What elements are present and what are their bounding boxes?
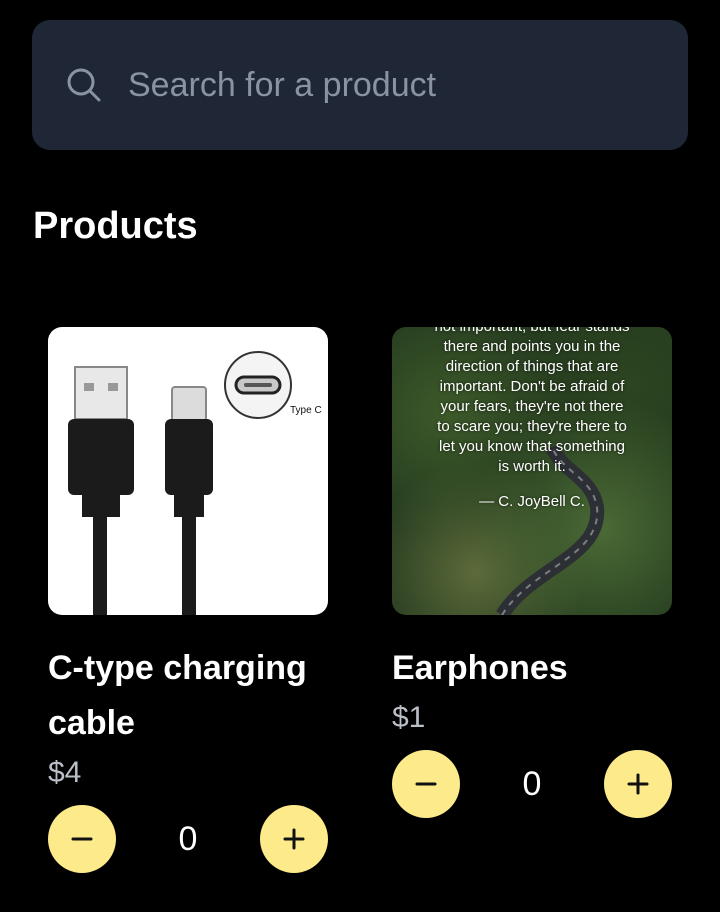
increment-button[interactable] xyxy=(260,805,328,873)
quantity-stepper: 0 xyxy=(48,805,328,873)
type-c-label: Type C xyxy=(290,405,322,416)
product-image-cable[interactable]: Type C xyxy=(48,327,328,615)
product-price: $4 xyxy=(48,756,82,789)
product-name: Earphones xyxy=(392,649,568,687)
product-image-earphones[interactable]: not important, but fear stands there and… xyxy=(392,327,672,615)
decrement-button[interactable] xyxy=(392,750,460,818)
minus-icon xyxy=(71,837,93,841)
product-card-earphones[interactable]: not important, but fear stands there and… xyxy=(392,327,672,818)
quantity-value: 0 xyxy=(178,819,198,858)
product-price: $1 xyxy=(392,701,426,734)
quantity-value: 0 xyxy=(522,764,542,803)
plus-icon xyxy=(283,828,305,850)
product-name: C-type charging cable xyxy=(48,649,307,742)
quantity-stepper: 0 xyxy=(392,750,672,818)
search-icon xyxy=(66,67,102,103)
search-bar[interactable] xyxy=(32,20,688,150)
product-card-cable[interactable]: Type C C-type charging cable $4 0 xyxy=(48,327,328,873)
type-c-closeup-badge xyxy=(224,351,292,419)
minus-icon xyxy=(415,782,437,786)
plus-icon xyxy=(627,773,649,795)
section-title: Products xyxy=(33,205,198,247)
search-input[interactable] xyxy=(128,65,648,105)
quote-author: — C. JoyBell C. xyxy=(479,493,585,510)
increment-button[interactable] xyxy=(604,750,672,818)
decrement-button[interactable] xyxy=(48,805,116,873)
quote-text: not important, but fear stands there and… xyxy=(434,327,629,475)
